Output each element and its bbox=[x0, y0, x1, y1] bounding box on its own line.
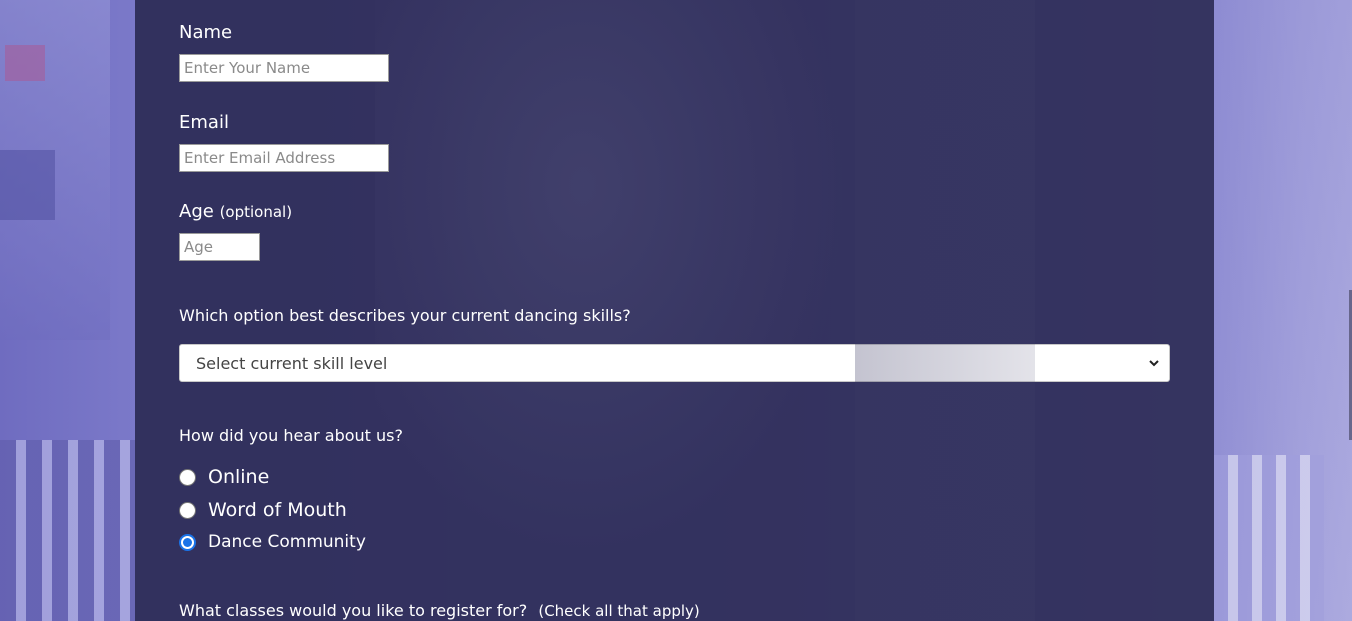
skill-question: Which option best describes your current… bbox=[179, 306, 631, 325]
survey-form-panel: Name Email Age (optional) Which option b… bbox=[135, 0, 1214, 621]
radio-option-dance-community[interactable]: Dance Community bbox=[179, 532, 366, 552]
age-input[interactable] bbox=[179, 233, 260, 261]
radio-label-online: Online bbox=[208, 466, 270, 488]
radio-option-word-of-mouth[interactable]: Word of Mouth bbox=[179, 499, 347, 521]
email-label: Email bbox=[179, 112, 229, 133]
age-label-text: Age bbox=[179, 201, 214, 222]
name-label: Name bbox=[179, 22, 232, 43]
chevron-down-icon bbox=[1147, 356, 1161, 370]
radio-button-online[interactable] bbox=[179, 468, 196, 486]
radio-button-dance-community[interactable] bbox=[179, 533, 196, 551]
classes-question-text: What classes would you like to register … bbox=[179, 601, 528, 620]
background-window bbox=[0, 0, 110, 340]
classes-question-note: (Check all that apply) bbox=[538, 602, 700, 620]
name-input[interactable] bbox=[179, 54, 389, 82]
name-label-text: Name bbox=[179, 22, 233, 43]
radio-option-online[interactable]: Online bbox=[179, 466, 269, 488]
email-label-text: Email bbox=[179, 112, 229, 133]
background-radiator-left bbox=[0, 440, 135, 621]
skill-level-selected-value: Select current skill level bbox=[196, 353, 388, 373]
radio-button-word-of-mouth[interactable] bbox=[179, 501, 196, 519]
skill-level-select[interactable]: Select current skill level bbox=[179, 344, 1170, 382]
age-label: Age (optional) bbox=[179, 201, 292, 222]
classes-question: What classes would you like to register … bbox=[179, 601, 700, 620]
age-optional-note: (optional) bbox=[219, 203, 293, 221]
background-radiator-right bbox=[1214, 455, 1324, 621]
referral-question: How did you hear about us? bbox=[179, 426, 403, 445]
email-input[interactable] bbox=[179, 144, 389, 172]
radio-label-word-of-mouth: Word of Mouth bbox=[208, 499, 347, 521]
page-background: Name Email Age (optional) Which option b… bbox=[0, 0, 1352, 621]
radio-label-dance-community: Dance Community bbox=[208, 532, 366, 552]
